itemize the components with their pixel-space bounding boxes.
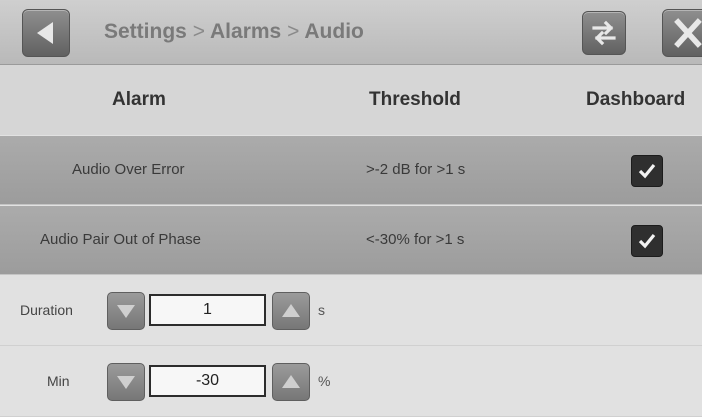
min-input[interactable]: -30 — [149, 365, 266, 397]
close-x-icon — [674, 18, 702, 48]
table-row[interactable]: Audio Over Error >-2 dB for >1 s — [0, 136, 702, 205]
duration-unit: s — [318, 302, 325, 318]
triangle-up-icon — [282, 375, 300, 388]
column-header-dashboard: Dashboard — [586, 89, 686, 110]
breadcrumb-separator: > — [287, 20, 300, 43]
triangle-down-icon — [117, 376, 135, 389]
alarm-threshold: <-30% for >1 s — [366, 231, 465, 248]
breadcrumb-separator: > — [192, 20, 205, 43]
checkmark-icon — [638, 163, 656, 179]
min-control: Min -30 % — [0, 346, 702, 417]
duration-decrement-button[interactable] — [107, 292, 145, 330]
back-arrow-icon — [37, 22, 53, 44]
table-row[interactable]: Audio Pair Out of Phase <-30% for >1 s — [0, 206, 702, 275]
back-button[interactable] — [22, 9, 70, 57]
swap-arrows-icon — [592, 20, 616, 46]
alarm-name: Audio Pair Out of Phase — [40, 231, 201, 248]
header-bar: Settings > Alarms > Audio — [0, 0, 702, 65]
table-header: Alarm Threshold Dashboard — [0, 65, 702, 135]
dashboard-checkbox[interactable] — [631, 225, 663, 257]
duration-input[interactable]: 1 — [149, 294, 266, 326]
dashboard-checkbox[interactable] — [631, 155, 663, 187]
alarm-threshold: >-2 dB for >1 s — [366, 161, 466, 178]
close-button[interactable] — [662, 9, 702, 57]
breadcrumb: Settings > Alarms > Audio — [104, 0, 364, 64]
checkmark-icon — [638, 233, 656, 249]
triangle-down-icon — [117, 305, 135, 318]
alarm-name: Audio Over Error — [72, 161, 185, 178]
min-unit: % — [318, 373, 331, 389]
triangle-up-icon — [282, 304, 300, 317]
column-header-threshold: Threshold — [369, 89, 461, 110]
breadcrumb-alarms[interactable]: Alarms — [210, 20, 281, 43]
min-decrement-button[interactable] — [107, 363, 145, 401]
min-increment-button[interactable] — [272, 363, 310, 401]
breadcrumb-settings[interactable]: Settings — [104, 20, 187, 43]
breadcrumb-audio: Audio — [304, 20, 364, 43]
swap-button[interactable] — [582, 11, 626, 55]
duration-increment-button[interactable] — [272, 292, 310, 330]
min-label: Min — [47, 373, 70, 389]
duration-label: Duration — [20, 302, 73, 318]
duration-control: Duration 1 s — [0, 275, 702, 346]
column-header-alarm: Alarm — [112, 89, 166, 110]
